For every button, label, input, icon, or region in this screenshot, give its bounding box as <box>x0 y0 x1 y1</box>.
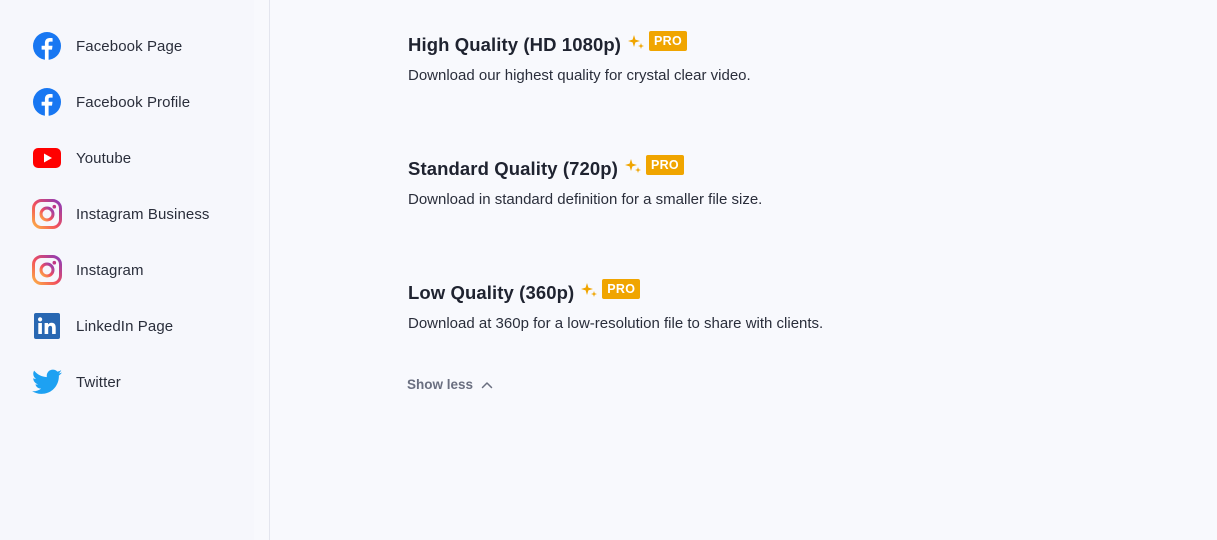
download-option-hd-1080p[interactable]: High Quality (HD 1080p) PRO Download our… <box>408 31 751 84</box>
download-options-panel: High Quality (HD 1080p) PRO Download our… <box>270 0 1217 540</box>
option-title: High Quality (HD 1080p) <box>408 34 622 55</box>
option-description: Download in standard definition for a sm… <box>408 191 763 208</box>
option-description: Download at 360p for a low-resolution fi… <box>408 315 824 332</box>
share-item-facebook-page[interactable]: Facebook Page <box>32 30 182 62</box>
chevron-up-icon <box>480 378 494 392</box>
app-window: Facebook Page Facebook Profile Youtube I… <box>0 0 1217 540</box>
show-less-button[interactable]: Show less <box>407 377 494 392</box>
option-title-row: High Quality (HD 1080p) PRO <box>408 31 751 58</box>
youtube-icon <box>32 143 62 173</box>
share-item-facebook-profile[interactable]: Facebook Profile <box>32 86 190 118</box>
option-title-row: Standard Quality (720p) PRO <box>408 155 762 182</box>
twitter-icon <box>32 367 62 397</box>
option-description: Download our highest quality for crystal… <box>408 67 751 84</box>
share-item-linkedin-page[interactable]: LinkedIn Page <box>32 310 173 342</box>
facebook-icon <box>32 31 62 61</box>
share-item-label: Twitter <box>76 373 121 391</box>
share-item-label: Instagram Business <box>76 205 210 223</box>
share-item-label: Facebook Profile <box>76 93 191 111</box>
share-item-twitter[interactable]: Twitter <box>32 366 121 398</box>
pro-badge: PRO <box>645 155 684 175</box>
sparkle-icon <box>624 157 642 175</box>
download-option-360p[interactable]: Low Quality (360p) PRO Download at 360p … <box>408 279 824 332</box>
download-option-720p[interactable]: Standard Quality (720p) PRO Download in … <box>408 155 763 208</box>
option-title: Low Quality (360p) <box>408 282 575 303</box>
option-title-row: Low Quality (360p) PRO <box>408 279 823 306</box>
facebook-icon <box>32 87 62 117</box>
share-item-youtube[interactable]: Youtube <box>32 142 131 174</box>
show-less-label: Show less <box>407 377 474 392</box>
pro-badge: PRO <box>649 31 688 51</box>
share-item-label: Instagram <box>76 261 144 279</box>
linkedin-icon <box>32 311 62 341</box>
option-title: Standard Quality (720p) <box>408 158 618 179</box>
share-item-label: LinkedIn Page <box>76 317 174 335</box>
share-item-instagram[interactable]: Instagram <box>32 254 144 286</box>
sparkle-icon <box>580 281 598 299</box>
share-destinations-sidebar: Facebook Page Facebook Profile Youtube I… <box>0 0 254 540</box>
instagram-icon <box>32 199 62 229</box>
share-item-instagram-business[interactable]: Instagram Business <box>32 198 210 230</box>
share-item-label: Youtube <box>76 149 132 167</box>
pro-badge: PRO <box>602 279 641 299</box>
sparkle-icon <box>627 33 645 51</box>
instagram-icon <box>32 255 62 285</box>
share-item-label: Facebook Page <box>76 37 183 55</box>
